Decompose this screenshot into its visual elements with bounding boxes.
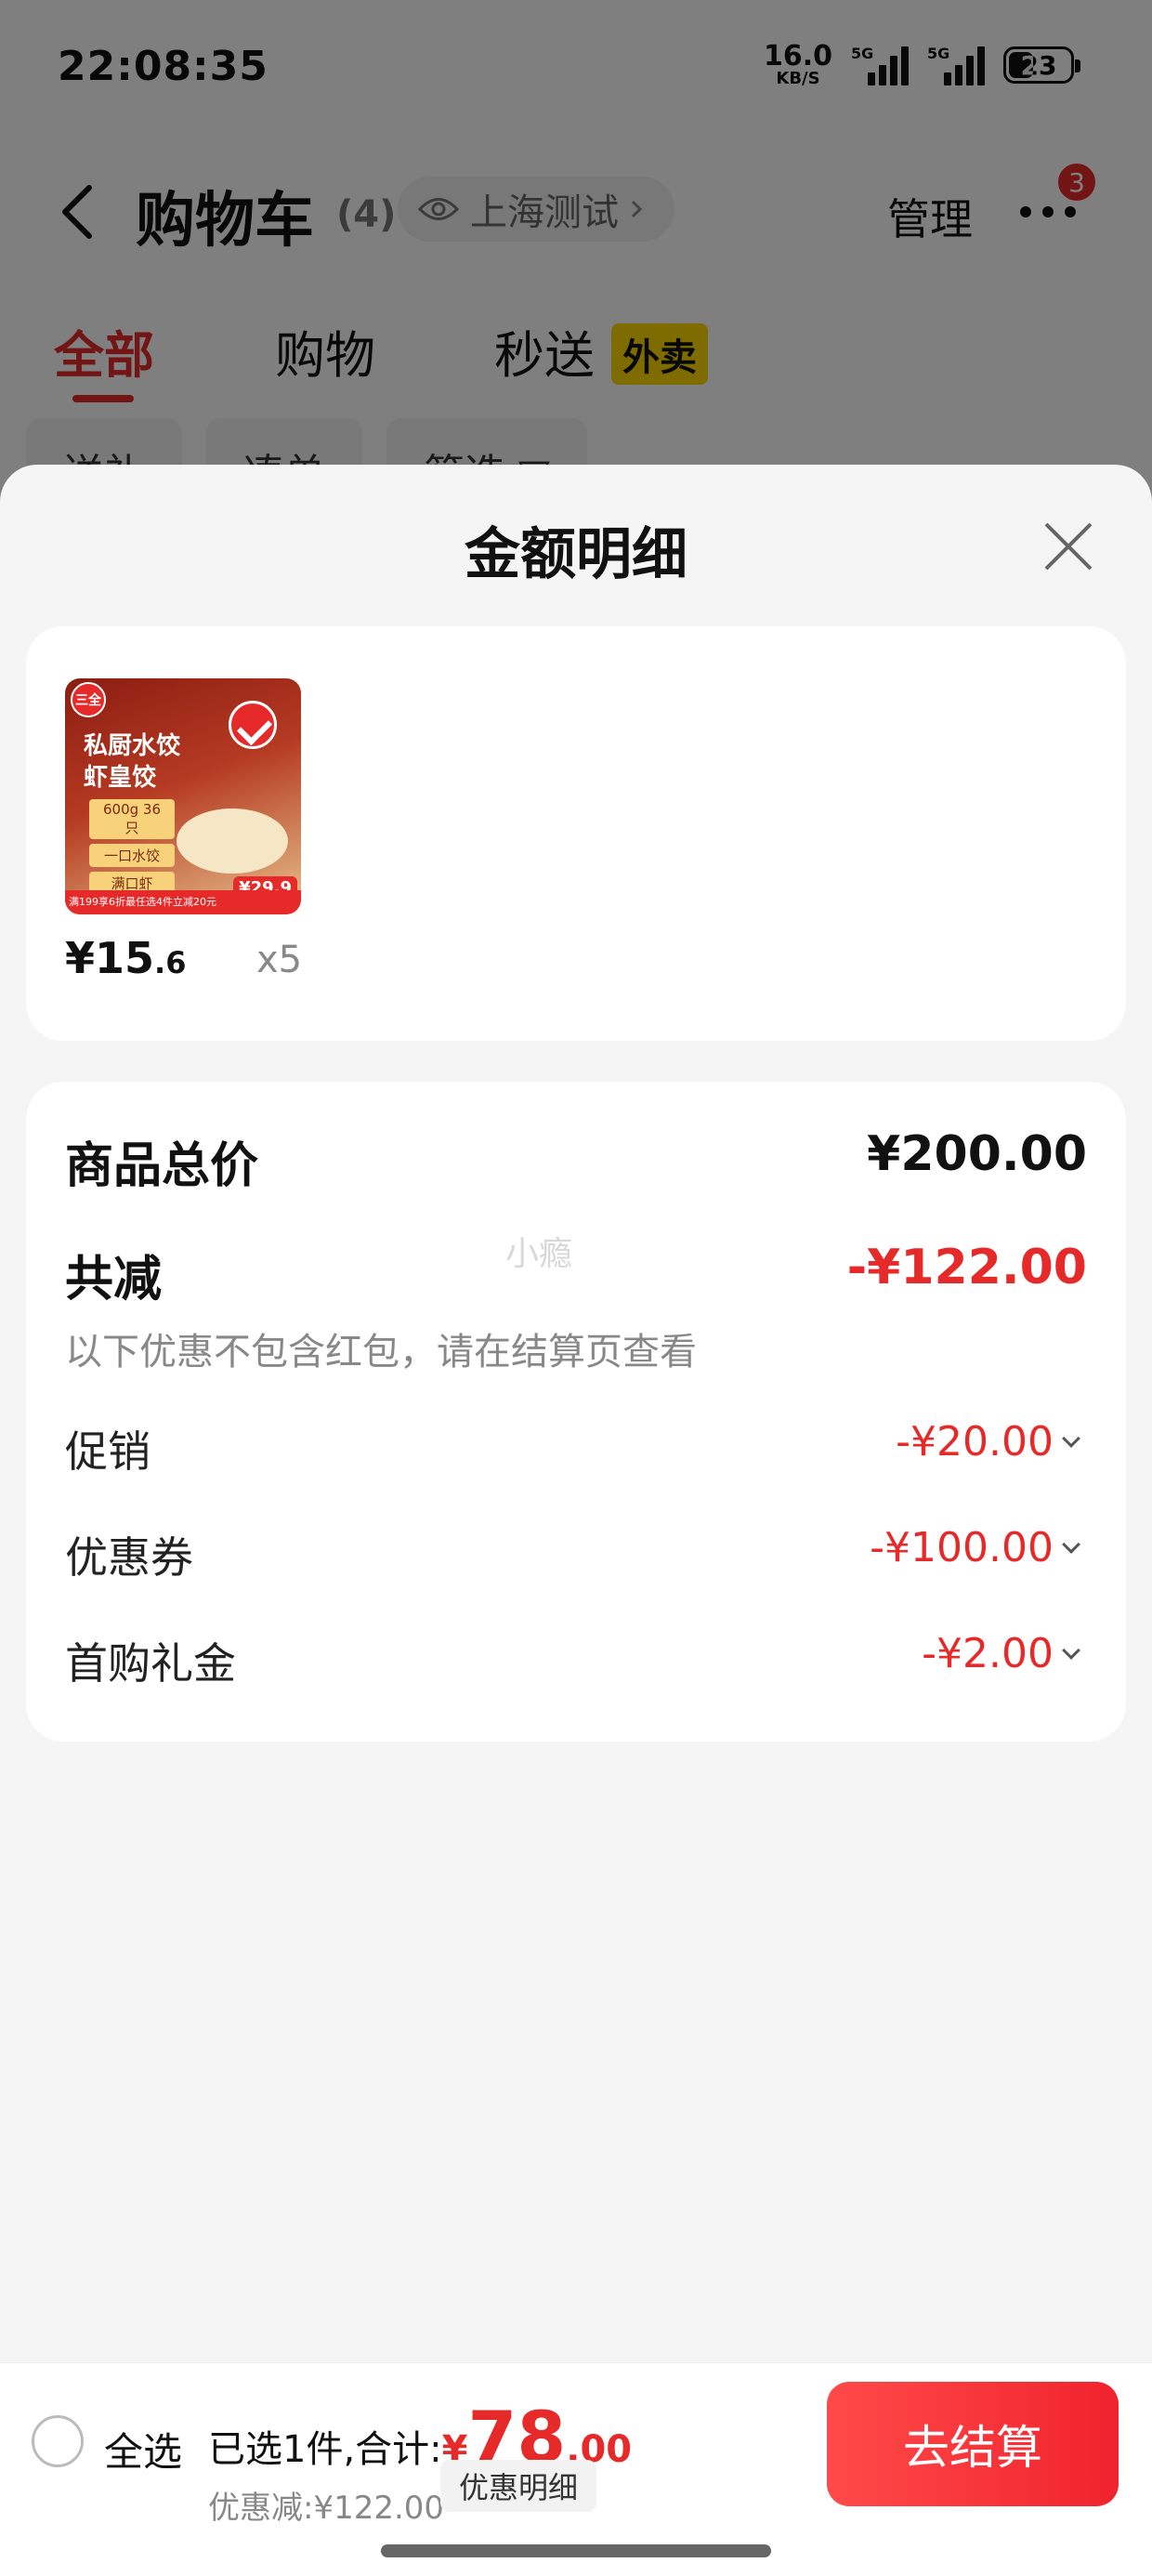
brand-logo: 三全 — [71, 682, 106, 717]
chevron-down-icon — [1062, 1534, 1080, 1554]
amount-detail-sheet: 金额明细 三全 私厨水饺 虾皇饺 600g 36只 一口水饺 满口虾 ¥29.9… — [0, 465, 1152, 2576]
close-icon[interactable] — [1041, 519, 1096, 574]
price-breakdown-card: 商品总价 ¥200.00 共减 -¥122.00 以下优惠不包含红包，请在结算页… — [26, 1082, 1126, 1741]
discount-summary: 优惠减:¥122.00 — [208, 2490, 445, 2527]
total-label: 商品总价 — [65, 1138, 259, 1194]
first-purchase-value[interactable]: -¥2.00 — [922, 1630, 1080, 1677]
product-image[interactable]: 三全 私厨水饺 虾皇饺 600g 36只 一口水饺 满口虾 ¥29.9 满199… — [65, 678, 301, 914]
product-image-promo: 满199享6折最任选4件立减20元 — [65, 890, 301, 914]
checkout-button[interactable]: 去结算 — [827, 2382, 1119, 2506]
discount-detail-button[interactable]: 优惠明细 — [440, 2460, 597, 2512]
home-indicator[interactable] — [381, 2544, 771, 2557]
product-image-title: 私厨水饺 虾皇饺 — [84, 732, 181, 792]
promotion-value[interactable]: -¥20.00 — [896, 1418, 1080, 1465]
select-all-radio[interactable] — [32, 2415, 84, 2467]
total-value: ¥200.00 — [867, 1126, 1087, 1182]
reduce-value: -¥122.00 — [846, 1240, 1087, 1295]
coupon-label: 优惠券 — [65, 1532, 193, 1583]
product-quantity: x5 — [256, 939, 303, 981]
product-price: ¥15.6 — [65, 933, 187, 983]
watermark: 小瘾 — [505, 1235, 573, 1273]
dumpling-illustration — [177, 808, 288, 874]
product-image-tags: 600g 36只 一口水饺 满口虾 — [89, 799, 175, 895]
sheet-title: 金额明细 — [465, 522, 687, 587]
first-purchase-label: 首购礼金 — [65, 1638, 236, 1689]
reduce-label: 共减 — [65, 1252, 163, 1308]
chevron-down-icon — [1062, 1428, 1080, 1448]
coupon-value[interactable]: -¥100.00 — [870, 1524, 1080, 1571]
selected-check-icon — [229, 701, 277, 749]
reduce-note: 以下优惠不包含红包，请在结算页查看 — [65, 1331, 697, 1373]
select-all-label[interactable]: 全选 — [104, 2421, 182, 2477]
chevron-down-icon — [1062, 1640, 1080, 1660]
product-card: 三全 私厨水饺 虾皇饺 600g 36只 一口水饺 满口虾 ¥29.9 满199… — [26, 626, 1126, 1041]
promotion-label: 促销 — [65, 1426, 151, 1477]
summary-prefix: 已选1件,合计: — [208, 2428, 442, 2471]
